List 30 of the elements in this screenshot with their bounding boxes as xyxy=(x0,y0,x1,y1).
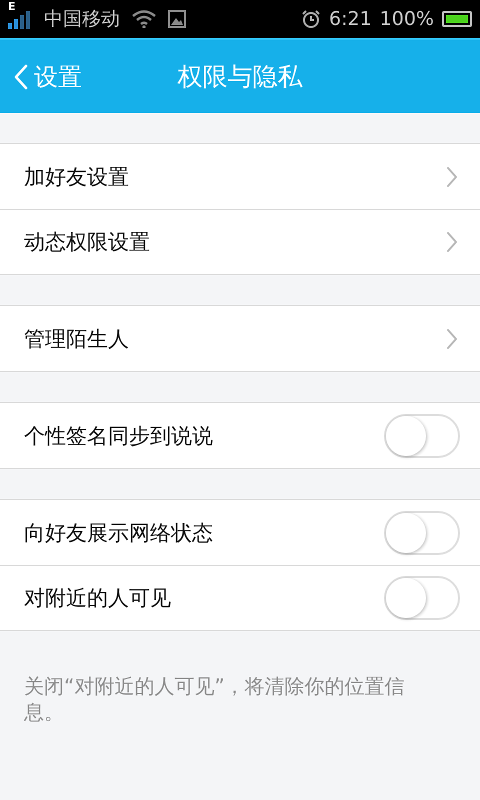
row-label: 对附近的人可见 xyxy=(24,585,171,612)
chevron-right-icon xyxy=(446,166,458,188)
signal-icon xyxy=(8,11,32,29)
toggle-switch[interactable] xyxy=(384,510,460,554)
row-label: 管理陌生人 xyxy=(24,326,129,352)
clock-time: 6:21 xyxy=(329,8,372,30)
wifi-icon xyxy=(132,10,156,28)
row-label: 动态权限设置 xyxy=(24,229,150,256)
chevron-right-icon xyxy=(446,328,458,350)
image-icon xyxy=(168,10,186,28)
battery-percent: 100% xyxy=(380,8,434,30)
settings-row[interactable]: 对附近的人可见 xyxy=(0,565,480,630)
toggle-switch[interactable] xyxy=(384,576,460,620)
chevron-right-icon xyxy=(446,231,458,253)
row-label: 加好友设置 xyxy=(24,164,129,190)
row-label: 个性签名同步到说说 xyxy=(24,422,213,450)
settings-row[interactable]: 动态权限设置 xyxy=(0,209,480,274)
settings-row[interactable]: 个性签名同步到说说 xyxy=(0,403,480,468)
settings-row[interactable]: 加好友设置 xyxy=(0,144,480,209)
settings-row[interactable]: 管理陌生人 xyxy=(0,306,480,371)
footer-note: 关闭“对附近的人可见”，将清除你的位置信息。 xyxy=(23,673,406,725)
settings-row[interactable]: 向好友展示网络状态 xyxy=(0,500,480,565)
back-chevron-icon xyxy=(14,64,28,90)
battery-icon xyxy=(442,11,472,27)
row-label: 向好友展示网络状态 xyxy=(24,520,213,546)
toggle-switch[interactable] xyxy=(384,414,460,458)
carrier-name: 中国移动 xyxy=(44,7,120,32)
page-title: 权限与隐私 xyxy=(178,61,302,93)
alarm-clock-icon xyxy=(301,9,321,29)
network-type: E xyxy=(8,1,16,12)
